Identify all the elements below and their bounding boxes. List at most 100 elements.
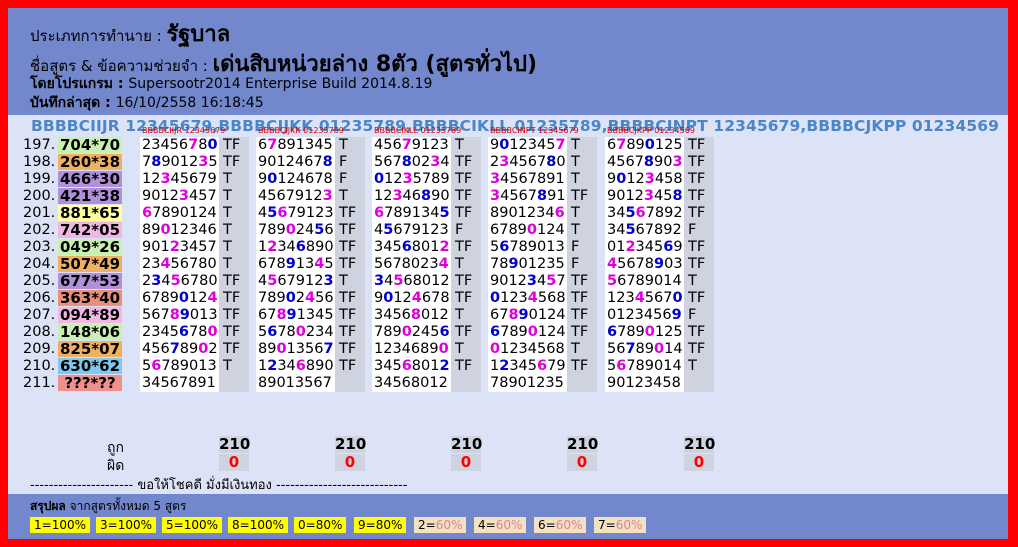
formula-cell: 78901235 [488, 375, 597, 392]
header-panel: ประเภทการทำนาย : รัฐบาล ชื่อสูตร & ข้อคว… [8, 8, 1008, 115]
formula-cell: 67891345 TF [256, 307, 365, 324]
formula-cell: 45679123 TF [256, 205, 365, 222]
summary-percent: 80% [375, 518, 403, 532]
formula-cell: 34567892 TF [605, 205, 714, 222]
formula-digits: 34567891 [490, 188, 566, 204]
hit-count: 210 [451, 435, 483, 453]
formula-cell: 67890124 TF [488, 324, 597, 341]
formula-digits: 45679123 [258, 205, 334, 221]
good-luck-divider: ---------------------- ขอให้โชคดี มั่งมี… [30, 478, 408, 493]
hit-mark: T [223, 256, 232, 272]
formula-cell: 56780234 TF [372, 154, 481, 171]
summary-digit: 5 [166, 518, 174, 532]
formula-digits: 78901235 [490, 256, 565, 272]
saved-label: บันทึกล่าสุด : [30, 95, 116, 111]
hit-mark: T [223, 188, 232, 204]
draw-number: 199. [23, 171, 56, 187]
draw-result: 825*07 [58, 340, 122, 358]
formula-digits: 67891345 [258, 137, 333, 153]
formula-digits: 89012346 [490, 205, 565, 221]
draw-number: 207. [23, 307, 56, 323]
formula-cell: 89012346 T [488, 205, 597, 222]
formula-digits: 23456780 [142, 324, 218, 340]
formula-cell: 90124678 F [256, 154, 365, 171]
hit-mark: T [339, 137, 348, 153]
formula-digits: 56780234 [374, 154, 450, 170]
hit-mark: TF [455, 358, 473, 374]
summary-digit: 1 [34, 518, 42, 532]
summary-badge: 8=100% [228, 517, 289, 533]
formula-cell: 78901235 F [488, 256, 597, 273]
miss-count: 0 [335, 454, 365, 471]
hit-mark: T [223, 205, 232, 221]
hit-mark: TF [688, 290, 706, 306]
formula-digits: 34568012 [374, 375, 448, 391]
formula-digits: 12346890 [374, 188, 450, 204]
formula-cell: 12345670 TF [605, 290, 714, 307]
draw-result: 881*65 [58, 204, 122, 222]
formula-cell: 34568012 T [372, 307, 481, 324]
formula-digits: 45679123 [258, 188, 333, 204]
draw-result: 148*06 [58, 323, 122, 341]
summary-badge: 9=80% [354, 517, 407, 533]
formula-digits: 90123457 [142, 239, 217, 255]
hit-mark: T [455, 341, 464, 357]
formula-header-2: BBBBCIJKK 01235789 [258, 126, 344, 135]
hit-mark: TF [571, 273, 589, 289]
formula-cell: 01234568 TF [488, 290, 597, 307]
formula-digits: 12346890 [258, 239, 334, 255]
formula-digits: 01234569 [607, 239, 683, 255]
formula-header-5: BBBBCJKPP 01234569 [607, 126, 695, 135]
hit-mark: TF [339, 239, 357, 255]
formula-cell: 90124678 F [256, 171, 365, 188]
hit-count: 210 [567, 435, 599, 453]
formula-digits: 23456780 [142, 137, 218, 153]
draw-result: 677*53 [58, 272, 122, 290]
hit-mark: T [339, 188, 348, 204]
draw-result: 094*89 [58, 306, 122, 324]
hit-mark: T [223, 358, 232, 374]
draw-number: 202. [23, 222, 56, 238]
formula-digits: 34568012 [374, 239, 450, 255]
formula-digits: 34567891 [142, 375, 216, 391]
formula-digits: 01234569 [607, 307, 682, 323]
summary-percent: 60% [435, 518, 463, 532]
formula-cell: 89013567 [256, 375, 365, 392]
formula-digits: 67891345 [374, 205, 450, 221]
hit-mark: TF [223, 290, 241, 306]
hit-mark: TF [455, 324, 473, 340]
formula-cell: 12346890 T [372, 341, 481, 358]
hit-mark: TF [339, 358, 357, 374]
summary-percent: 80% [315, 518, 343, 532]
formula-cell: 56780234 T [372, 256, 481, 273]
summary-percent: 100% [183, 518, 219, 532]
hit-mark: T [571, 154, 580, 170]
formula-digits: 67890124 [490, 222, 565, 238]
formula-digits: 12345679 [490, 358, 566, 374]
hit-mark: TF [223, 307, 241, 323]
draw-number: 208. [23, 324, 56, 340]
formula-cell: 23456780 T [140, 256, 249, 273]
hit-mark: TF [223, 341, 241, 357]
summary-equals: = [425, 518, 436, 532]
formula-digits: 01235789 [374, 171, 450, 187]
formula-cell: 12345679 TF [488, 358, 597, 375]
formula-digits: 12346890 [374, 341, 449, 357]
summary-label: สรุปผล [30, 499, 66, 513]
formula-cell: 01234568 T [488, 341, 597, 358]
hit-mark: T [223, 222, 232, 238]
formula-digits: 34567892 [607, 222, 682, 238]
draw-result: ???*?? [58, 375, 122, 391]
hit-mark: TF [223, 137, 241, 153]
summary-equals: = [605, 518, 616, 532]
formula-digits: 89012346 [142, 222, 217, 238]
formula-digits: 89013567 [258, 375, 332, 391]
hit-mark: TF [339, 307, 357, 323]
summary-title: สรุปผล จากสูตรทั้งหมด 5 สูตร [30, 497, 186, 516]
formula-digits: 12345670 [607, 290, 683, 306]
formula-cell: 78901235 TF [140, 154, 249, 171]
summary-badge: 3=100% [96, 517, 157, 533]
formula-digits: 56789014 [607, 341, 683, 357]
hit-mark: T [571, 205, 580, 221]
hit-mark: TF [223, 273, 241, 289]
